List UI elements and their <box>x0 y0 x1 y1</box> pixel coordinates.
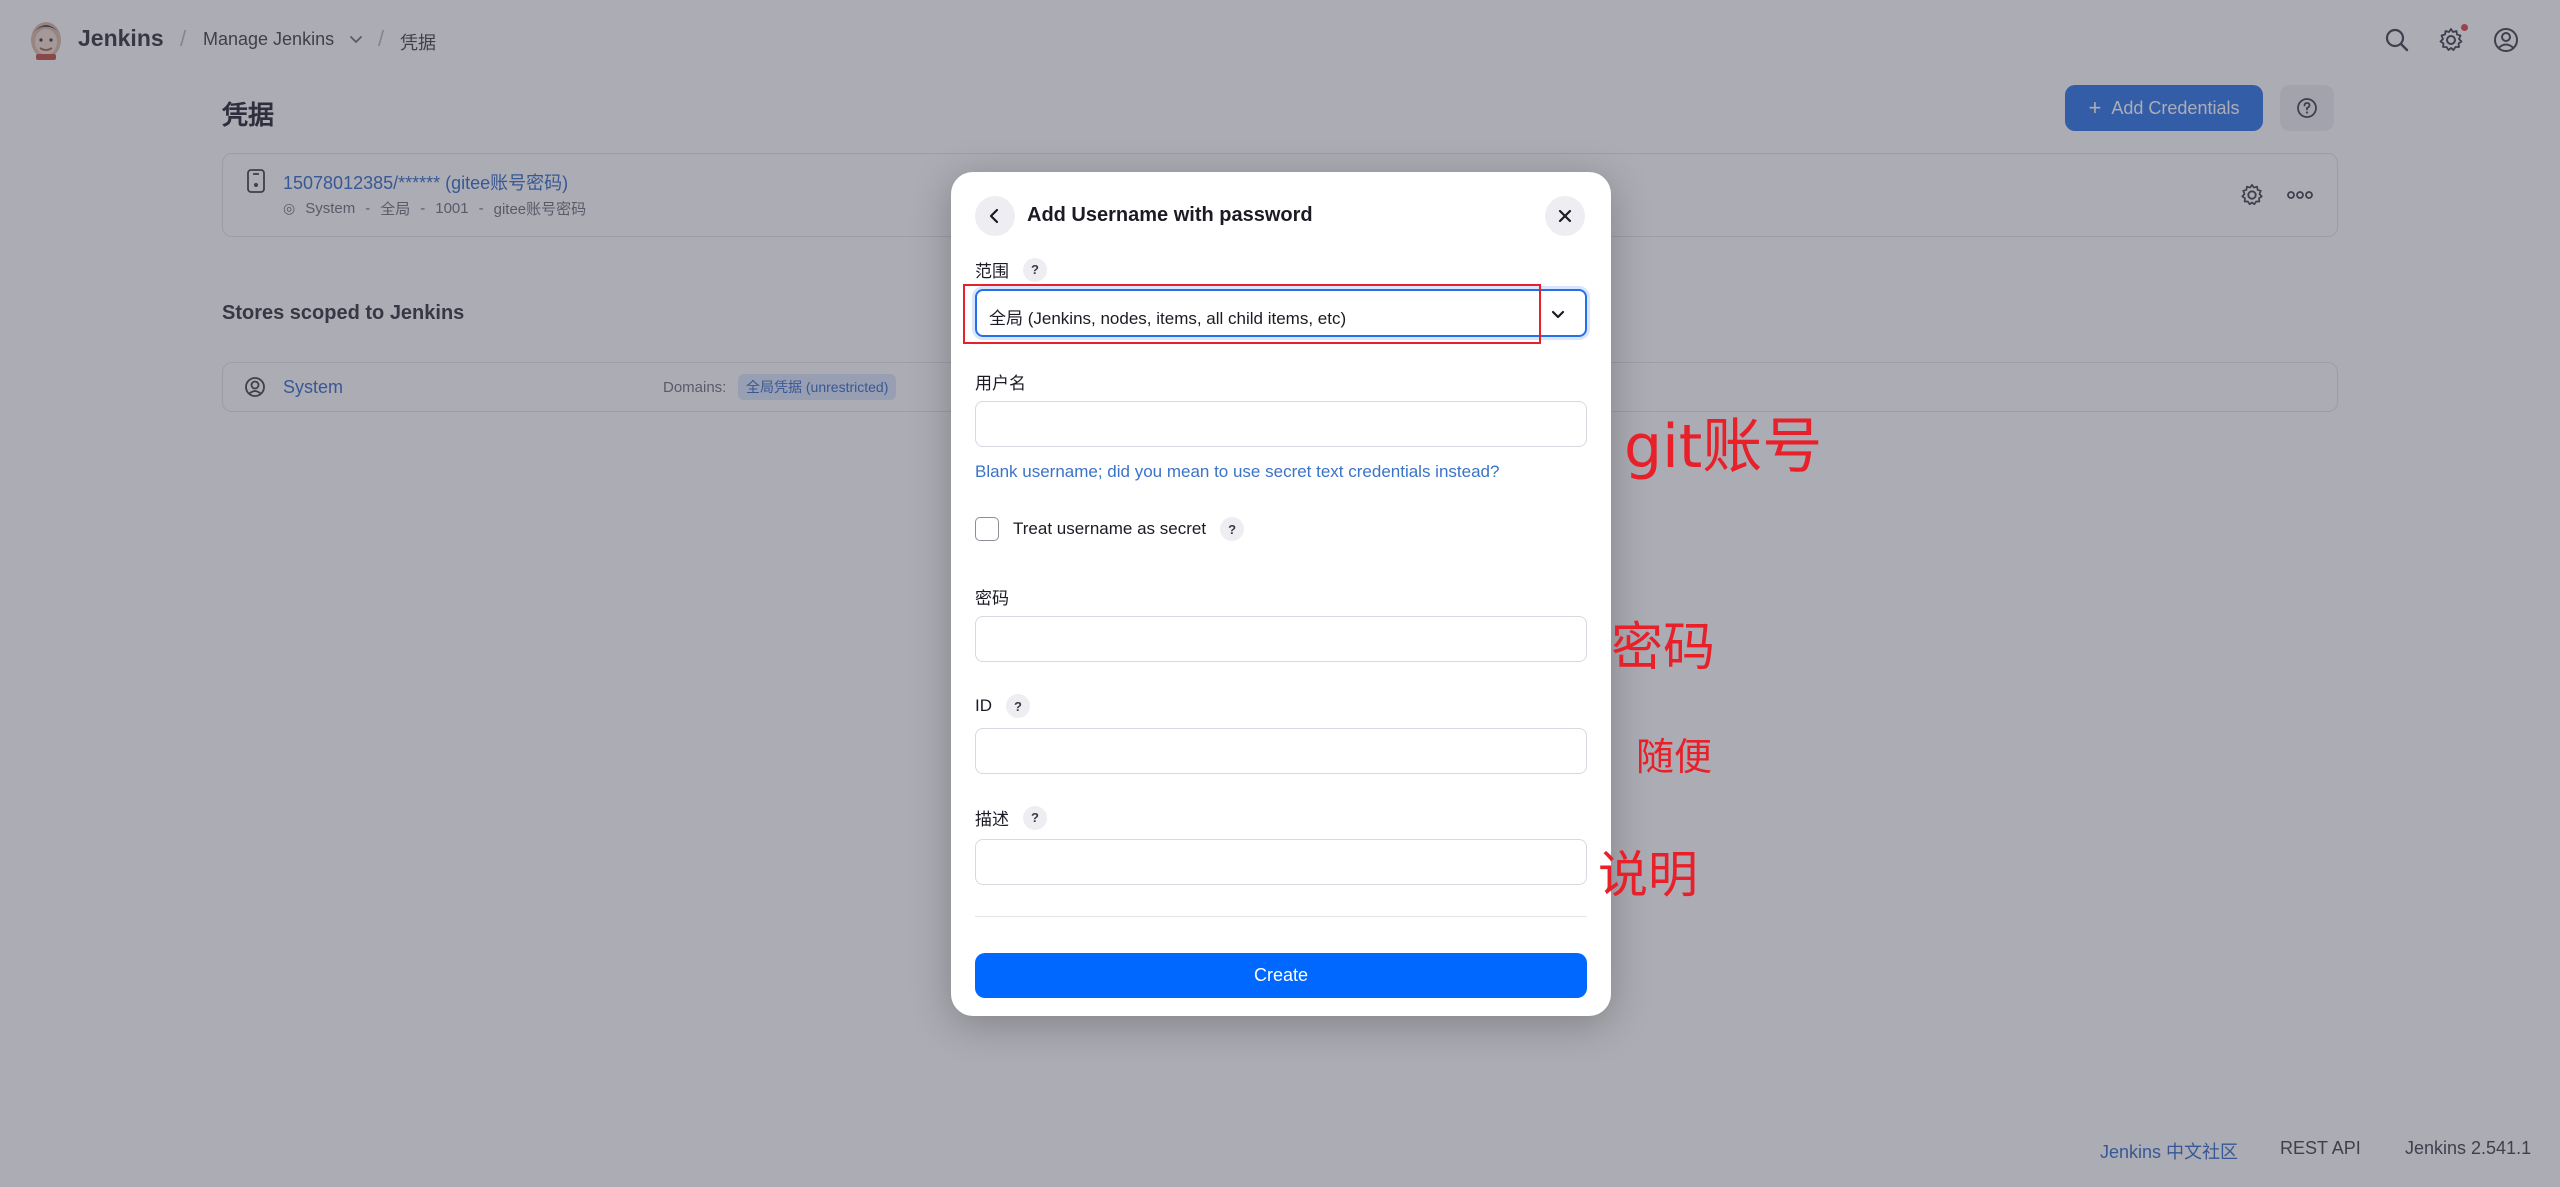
create-button[interactable]: Create <box>975 953 1587 998</box>
treat-secret-checkbox[interactable] <box>975 517 999 541</box>
treat-secret-help-icon[interactable]: ? <box>1220 517 1245 541</box>
description-input[interactable] <box>975 839 1587 885</box>
description-help-icon[interactable]: ? <box>1023 805 1047 830</box>
scope-label-text: 范围 <box>975 262 1009 281</box>
annotation-highlight-box <box>963 284 1541 344</box>
password-input[interactable] <box>975 616 1587 662</box>
scope-label: 范围 ? <box>975 257 1047 282</box>
annotation-description: 说明 <box>1598 846 1698 904</box>
username-label-text: 用户名 <box>975 374 1026 393</box>
treat-secret-label-text[interactable]: Treat username as secret <box>1013 519 1206 539</box>
close-icon <box>1558 209 1572 223</box>
password-label: 密码 <box>975 584 1009 609</box>
username-input[interactable] <box>975 401 1587 447</box>
username-label: 用户名 <box>975 369 1026 394</box>
chevron-down-icon <box>1551 310 1565 319</box>
id-label: ID ? <box>975 694 1030 718</box>
chevron-left-icon <box>989 208 999 224</box>
password-label-text: 密码 <box>975 589 1009 608</box>
id-label-text: ID <box>975 696 992 715</box>
annotation-username: git账号 <box>1624 412 1823 482</box>
secret-text-hint-link[interactable]: Blank username; did you mean to use secr… <box>975 462 1499 482</box>
back-button[interactable] <box>975 196 1015 236</box>
annotation-id: 随便 <box>1636 735 1713 779</box>
dialog-divider <box>975 916 1587 917</box>
dialog-title: Add Username with password <box>1027 204 1313 226</box>
id-help-icon[interactable]: ? <box>1006 694 1030 718</box>
scope-help-icon[interactable]: ? <box>1023 257 1047 282</box>
description-label: 描述 ? <box>975 805 1047 830</box>
annotation-password: 密码 <box>1611 618 1716 678</box>
treat-secret-label: Treat username as secret ? <box>1013 517 1245 541</box>
description-label-text: 描述 <box>975 810 1009 829</box>
id-input[interactable] <box>975 728 1587 774</box>
close-button[interactable] <box>1545 196 1585 236</box>
